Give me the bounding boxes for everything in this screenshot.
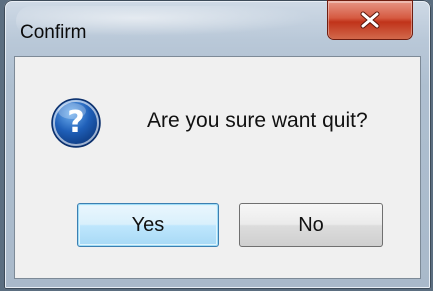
close-icon [360,11,380,29]
question-icon: ? [51,98,101,148]
close-button[interactable] [327,0,413,40]
yes-button[interactable]: Yes [77,203,219,247]
dialog-message: Are you sure want quit? [147,109,368,132]
window-title: Confirm [20,22,87,43]
confirm-dialog-window: Confirm ? Are you sure want quit? Yes No [4,0,431,289]
no-button[interactable]: No [239,203,383,247]
svg-text:?: ? [67,105,84,140]
dialog-body: ? Are you sure want quit? Yes No [14,56,421,279]
